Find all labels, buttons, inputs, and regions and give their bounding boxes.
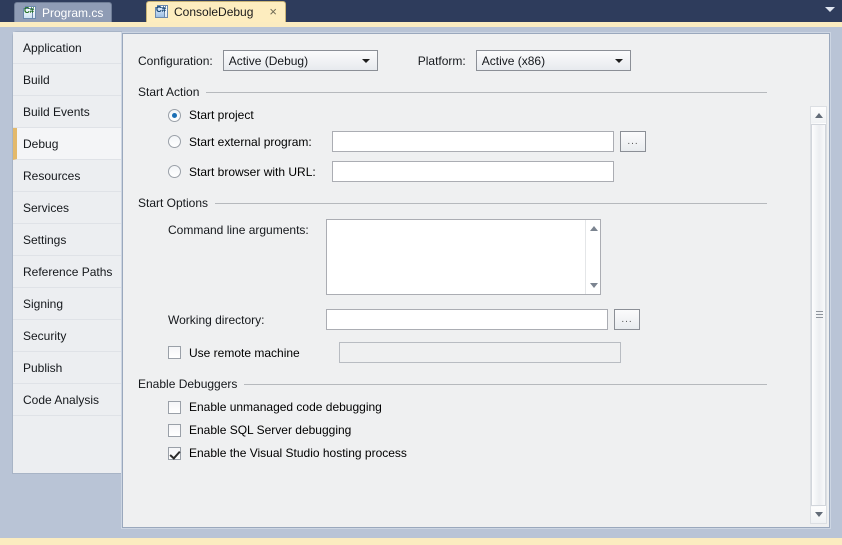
working-directory-input[interactable] [326,309,608,330]
start-project-row: Start project [138,108,829,122]
enable-debuggers-title: Enable Debuggers [138,377,829,391]
checkbox-enable-hosting-process-label: Enable the Visual Studio hosting process [189,446,407,460]
csharp-file-icon: C# [23,5,37,20]
status-strip [0,538,842,545]
checkbox-enable-hosting-process[interactable] [168,446,181,460]
triangle-down-icon [815,512,823,517]
chevron-down-icon[interactable] [825,7,835,12]
csharp-project-icon: C# [155,5,169,19]
checkbox-enable-unmanaged-debugging-label: Enable unmanaged code debugging [189,400,382,414]
radio-start-external-program-label: Start external program: [189,134,312,149]
command-line-arguments-label: Command line arguments: [168,223,309,237]
triangle-up-icon[interactable] [590,226,598,231]
checkbox-use-remote-machine[interactable] [168,346,181,359]
start-action-group: Start Action Start project Start externa… [138,71,829,182]
configuration-toolbar: Configuration: Active (Debug) Platform: … [123,34,829,71]
sidebar-item-label: Security [23,328,67,343]
sidebar-item-security[interactable]: Security [13,320,122,352]
divider [215,202,767,204]
start-action-title: Start Action [138,85,829,99]
checkbox-enable-unmanaged-debugging[interactable] [168,400,181,414]
platform-dropdown[interactable]: Active (x86) [475,50,631,71]
command-line-arguments-row: Command line arguments: [138,219,829,295]
sidebar-item-reference-paths[interactable]: Reference Paths [13,256,122,288]
remote-machine-input [339,342,621,363]
start-browser-url-row: Start browser with URL: [138,161,829,182]
sidebar-item-label: Debug [23,136,59,151]
working-directory-row: Working directory: ... [138,309,829,330]
divider [206,91,767,93]
textarea-scrollbar[interactable] [585,220,600,294]
working-directory-label: Working directory: [168,312,265,327]
sidebar-item-build-events[interactable]: Build Events [13,96,122,128]
divider [244,383,767,385]
enable-sql-row: Enable SQL Server debugging [138,423,829,437]
sidebar-item-debug[interactable]: Debug [13,128,122,160]
sidebar-item-label: Resources [23,168,81,183]
triangle-up-icon [815,113,823,118]
sidebar-item-label: Services [23,200,70,215]
sidebar-item-signing[interactable]: Signing [13,288,122,320]
platform-value: Active (x86) [481,53,546,68]
sidebar-item-services[interactable]: Services [13,192,122,224]
radio-start-project[interactable] [168,108,181,122]
configuration-label: Configuration: [138,53,213,68]
tab-strip: C# Program.cs C# ConsoleDebug × [0,0,842,22]
browser-url-input[interactable] [332,161,614,182]
scroll-down-button[interactable] [811,507,826,523]
properties-sidebar: Application Build Build Events Debug Res… [12,31,122,474]
browse-working-directory-button[interactable]: ... [614,309,640,330]
grip-lines-icon [816,311,823,319]
radio-start-external-program[interactable] [168,135,181,148]
platform-label: Platform: [417,53,466,68]
sidebar-item-label: Settings [23,232,67,247]
sidebar-item-publish[interactable]: Publish [13,352,122,384]
scrollbar-thumb[interactable] [811,124,826,506]
pane-vertical-scrollbar[interactable] [810,106,827,524]
close-icon[interactable]: × [269,5,277,18]
radio-start-browser-url[interactable] [168,165,181,178]
sidebar-item-label: Reference Paths [23,264,113,279]
radio-start-project-label: Start project [189,108,254,122]
sidebar-item-label: Build Events [23,104,90,119]
enable-unmanaged-row: Enable unmanaged code debugging [138,400,829,414]
sidebar-item-resources[interactable]: Resources [13,160,122,192]
radio-start-browser-url-label: Start browser with URL: [189,164,316,179]
checkbox-enable-sql-debugging-label: Enable SQL Server debugging [189,423,352,437]
enable-hosting-row: Enable the Visual Studio hosting process [138,446,829,460]
use-remote-machine-row: Use remote machine [138,342,829,363]
debug-settings-pane: Configuration: Active (Debug) Platform: … [122,33,830,528]
command-line-arguments-input[interactable] [326,219,601,295]
browse-external-program-button[interactable]: ... [620,131,646,152]
sidebar-item-label: Build [23,72,50,87]
sidebar-item-label: Code Analysis [23,392,100,407]
configuration-value: Active (Debug) [228,53,309,68]
project-properties-window: C# Program.cs C# ConsoleDebug × Applicat… [0,0,842,545]
tab-label: ConsoleDebug [174,5,254,19]
triangle-down-icon[interactable] [590,283,598,288]
sidebar-item-code-analysis[interactable]: Code Analysis [13,384,122,416]
start-external-program-row: Start external program: ... [138,131,829,152]
scroll-up-button[interactable] [811,107,826,123]
configuration-dropdown[interactable]: Active (Debug) [222,50,378,71]
start-options-group: Start Options Command line arguments: Wo… [138,182,829,363]
checkbox-enable-sql-debugging[interactable] [168,423,181,437]
tab-strip-underline [0,22,842,27]
tab-consoledebug[interactable]: C# ConsoleDebug × [146,1,286,22]
tab-label: Program.cs [42,5,104,20]
sidebar-item-application[interactable]: Application [13,32,122,64]
chevron-down-icon [361,59,370,63]
checkbox-use-remote-machine-label: Use remote machine [189,345,300,360]
sidebar-item-settings[interactable]: Settings [13,224,122,256]
tab-program-cs[interactable]: C# Program.cs [14,2,113,22]
sidebar-item-build[interactable]: Build [13,64,122,96]
start-options-title: Start Options [138,196,829,210]
external-program-input[interactable] [332,131,614,152]
sidebar-item-label: Publish [23,360,63,375]
sidebar-item-label: Application [23,40,82,55]
enable-debuggers-group: Enable Debuggers Enable unmanaged code d… [138,363,829,460]
chevron-down-icon [614,59,623,63]
sidebar-item-label: Signing [23,296,64,311]
